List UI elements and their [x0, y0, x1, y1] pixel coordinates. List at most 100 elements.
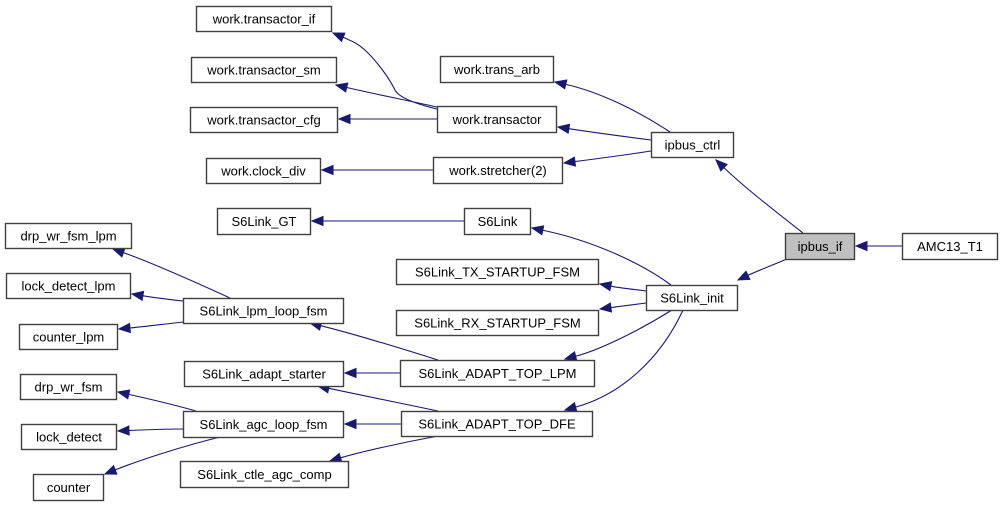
edge-adapt_top_lpm-to-adapt_starter	[343, 367, 400, 379]
node-label: work.transactor_cfg	[206, 113, 320, 128]
edge-s6link_init-to-rx_startup	[598, 302, 647, 313]
node-label: S6Link_adapt_starter	[202, 367, 326, 382]
edge-adapt_top_dfe-to-ctle_agc_comp	[328, 435, 439, 463]
arrowhead-icon	[334, 82, 349, 93]
edge-transactor-to-transactor_sm	[334, 82, 438, 108]
arrowhead-icon	[343, 367, 357, 379]
edge-agc_loop_fsm-to-lock_detect	[116, 425, 184, 436]
node-label: S6Link	[478, 214, 518, 229]
arrowhead-icon	[854, 240, 868, 252]
node-label: S6Link_agc_loop_fsm	[200, 417, 328, 432]
edge-line	[610, 285, 647, 292]
arrowhead-icon	[111, 247, 126, 258]
node-label: S6Link_ctle_agc_comp	[197, 467, 331, 482]
node-label: counter	[47, 480, 91, 495]
edge-agc_loop_fsm-to-drp_wr_fsm	[116, 389, 197, 412]
node-label: work.clock_div	[220, 164, 306, 179]
node-amc13-t1[interactable]: AMC13_T1	[901, 232, 999, 261]
node-label: counter_lpm	[33, 330, 105, 345]
arrowhead-icon	[116, 425, 130, 436]
node-ctle-agc-comp[interactable]: S6Link_ctle_agc_comp	[179, 460, 350, 489]
arrowhead-icon	[563, 401, 578, 413]
node-label: lock_detect_lpm	[22, 279, 116, 294]
edge-transactor-to-transactor_cfg	[337, 113, 438, 125]
node-counter[interactable]: counter	[32, 473, 105, 502]
node-transactor-if[interactable]: work.transactor_if	[195, 5, 333, 33]
node-label: ipbus_ctrl	[665, 138, 721, 153]
node-clock-div[interactable]: work.clock_div	[205, 157, 322, 185]
node-label: work.transactor	[452, 112, 543, 127]
node-drp-wr-fsm[interactable]: drp_wr_fsm	[19, 373, 118, 401]
node-label: S6Link_lpm_loop_fsm	[200, 304, 328, 319]
edge-stretcher-to-clock_div	[320, 164, 433, 176]
edge-line	[129, 321, 184, 329]
node-counter-lpm[interactable]: counter_lpm	[18, 323, 119, 351]
arrowhead-icon	[530, 225, 545, 236]
arrowhead-icon	[343, 418, 357, 430]
node-label: lock_detect	[36, 430, 102, 445]
node-label: work.transactor_sm	[206, 63, 320, 78]
edge-line	[340, 435, 439, 459]
node-rx-startup[interactable]: S6Link_RX_STARTUP_FSM	[395, 309, 600, 337]
node-drp-wr-fsm-lpm[interactable]: drp_wr_fsm_lpm	[4, 222, 133, 250]
arrowhead-icon	[117, 322, 131, 334]
edge-line	[565, 83, 671, 133]
nodes-layer: work.transactor_ifwork.transactor_smwork…	[4, 5, 999, 502]
node-stretcher[interactable]: work.stretcher(2)	[432, 156, 564, 185]
node-adapt-top-dfe[interactable]: S6Link_ADAPT_TOP_DFE	[400, 410, 594, 438]
node-adapt-top-lpm[interactable]: S6Link_ADAPT_TOP_LPM	[399, 359, 596, 388]
edge-line	[342, 36, 438, 110]
arrowhead-icon	[736, 270, 751, 281]
edge-line	[568, 128, 652, 141]
edge-lpm_loop_fsm-to-counter_lpm	[117, 321, 184, 334]
arrowhead-icon	[116, 389, 131, 400]
node-lock-detect-lpm[interactable]: lock_detect_lpm	[5, 272, 132, 300]
edge-ipbus_ctrl-to-stretcher	[562, 150, 652, 167]
node-s6link-gt[interactable]: S6Link_GT	[216, 207, 312, 236]
arrowhead-icon	[320, 164, 334, 176]
node-ipbus-if[interactable]: ipbus_if	[784, 232, 856, 261]
node-label: S6Link_RX_STARTUP_FSM	[414, 316, 580, 331]
edge-s6link-to-s6link_gt	[310, 215, 464, 227]
node-label: ipbus_if	[798, 239, 843, 254]
arrowhead-icon	[556, 123, 571, 134]
arrowhead-icon	[331, 32, 346, 43]
arrowhead-icon	[553, 79, 568, 90]
node-label: S6Link_init	[660, 291, 724, 306]
node-tx-startup[interactable]: S6Link_TX_STARTUP_FSM	[395, 258, 600, 286]
node-adapt-starter[interactable]: S6Link_adapt_starter	[183, 360, 345, 388]
edge-ipbus_ctrl-to-trans_arb	[553, 79, 671, 133]
node-transactor-sm[interactable]: work.transactor_sm	[190, 56, 338, 84]
arrowhead-icon	[130, 290, 145, 302]
node-label: work.transactor_if	[212, 12, 316, 27]
edge-line	[747, 258, 788, 276]
node-trans-arb[interactable]: work.trans_arb	[439, 55, 555, 84]
edge-line	[346, 86, 438, 108]
node-label: S6Link_GT	[231, 214, 296, 229]
edge-line	[723, 167, 804, 234]
node-s6link[interactable]: S6Link	[463, 207, 532, 236]
arrowhead-icon	[598, 281, 613, 292]
node-label: drp_wr_fsm_lpm	[20, 229, 116, 244]
edge-ipbus_if-to-ipbus_ctrl	[715, 159, 804, 234]
call-graph: work.transactor_ifwork.transactor_smwork…	[4, 5, 999, 502]
edge-transactor-to-transactor_if	[331, 32, 438, 110]
arrowhead-icon	[310, 215, 324, 227]
node-s6link-init[interactable]: S6Link_init	[645, 284, 739, 312]
arrowhead-icon	[103, 464, 118, 475]
node-label: drp_wr_fsm	[35, 380, 103, 395]
edge-s6link_init-to-tx_startup	[598, 281, 647, 292]
node-label: AMC13_T1	[917, 239, 983, 254]
edge-line	[123, 252, 231, 299]
node-label: S6Link_ADAPT_TOP_LPM	[419, 366, 577, 381]
arrowhead-icon	[562, 156, 577, 167]
node-lpm-loop-fsm[interactable]: S6Link_lpm_loop_fsm	[182, 297, 345, 325]
edge-ipbus_ctrl-to-transactor	[556, 123, 652, 141]
edge-line	[128, 393, 197, 412]
edge-line	[574, 150, 652, 163]
node-agc-loop-fsm[interactable]: S6Link_agc_loop_fsm	[182, 410, 345, 439]
node-transactor-cfg[interactable]: work.transactor_cfg	[189, 106, 339, 134]
node-transactor[interactable]: work.transactor	[436, 105, 558, 134]
node-lock-detect[interactable]: lock_detect	[20, 423, 118, 451]
node-ipbus-ctrl[interactable]: ipbus_ctrl	[650, 131, 735, 159]
